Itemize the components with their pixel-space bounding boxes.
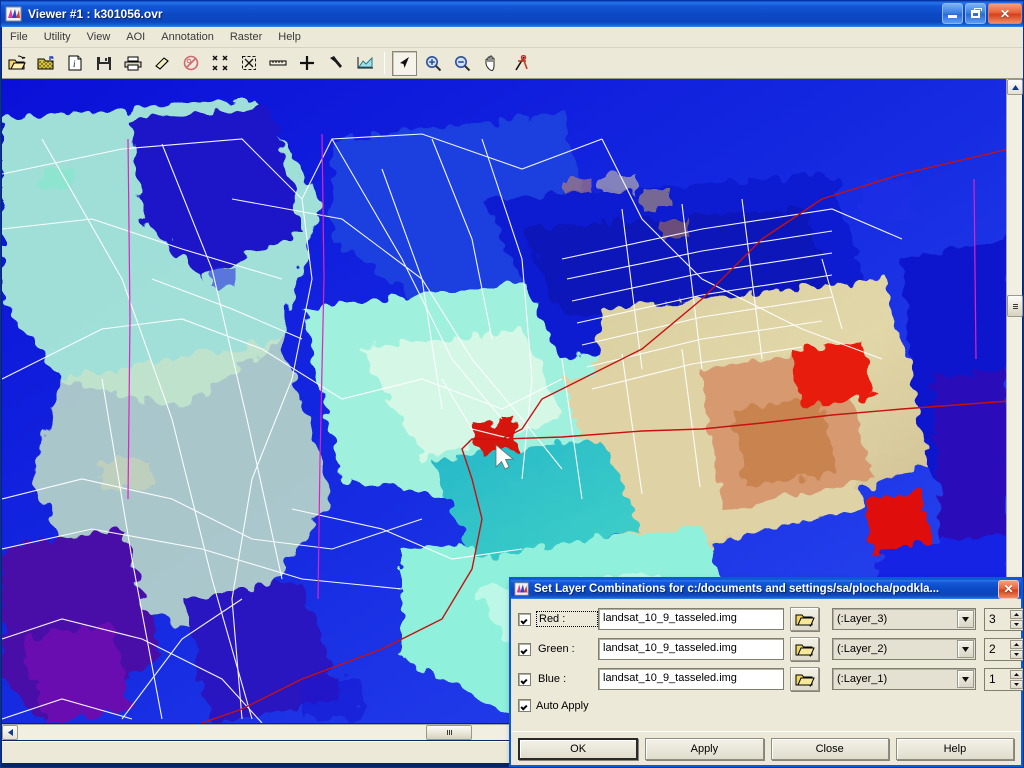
blue-channel-label: Blue : [538,673,567,685]
blue-stepper-up[interactable] [1010,669,1023,679]
red-stepper-up[interactable] [1010,609,1023,619]
select-tool-button[interactable] [392,50,417,76]
scroll-up-button[interactable] [1007,79,1023,95]
green-layer-select[interactable]: (:Layer_2) [832,638,976,660]
green-stepper-buttons[interactable] [1010,639,1023,659]
set-layer-combinations-dialog: Set Layer Combinations for c:/documents … [509,577,1023,767]
blue-layer-value: (:Layer_1) [837,673,888,685]
blue-browse-button[interactable] [790,667,819,691]
blue-stepper-buttons[interactable] [1010,669,1023,689]
menu-item-annotation[interactable]: Annotation [153,29,222,45]
inquire-button[interactable] [323,51,348,76]
green-filename-input[interactable]: landsat_10_9_tasseled.img [598,638,784,660]
apply-button[interactable]: Apply [645,737,764,760]
layer-row-red: Red : landsat_10_9_tasseled.img (:Layer_… [518,607,1023,631]
red-stepper-down[interactable] [1010,619,1023,629]
blue-stepper-down[interactable] [1010,679,1023,689]
menu-item-aoi[interactable]: AOI [118,29,153,45]
dialog-button-bar: OK Apply Close Help [511,731,1021,765]
window-controls: ✕ [942,3,1022,24]
zoom-to-fit-button[interactable] [207,51,232,76]
restore-button[interactable] [965,3,986,24]
red-layer-select[interactable]: (:Layer_3) [832,608,976,630]
zoom-out-button[interactable] [450,51,475,76]
zoom-in-button[interactable] [421,51,446,76]
dialog-close-button[interactable]: ✕ [998,579,1019,599]
eraser-button[interactable] [149,51,174,76]
menu-item-file[interactable]: File [2,29,36,45]
window-title: Viewer #1 : k301056.ovr [28,7,163,21]
menu-item-view[interactable]: View [79,29,119,45]
viewer-window: Viewer #1 : k301056.ovr ✕ File Utility V… [0,0,1024,768]
menu-item-utility[interactable]: Utility [36,29,79,45]
image-info-button[interactable]: i [62,51,87,76]
red-filename-input[interactable]: landsat_10_9_tasseled.img [598,608,784,630]
print-button[interactable] [120,51,145,76]
profile-button[interactable] [352,51,377,76]
green-layer-number-stepper[interactable]: 2 [984,637,1023,661]
crosshair-button[interactable] [294,51,319,76]
blue-filename-input[interactable]: landsat_10_9_tasseled.img [598,668,784,690]
pan-button[interactable] [479,51,504,76]
red-layer-number-stepper[interactable]: 3 [984,607,1023,631]
help-button[interactable]: Help [895,737,1014,760]
vertical-scroll-thumb[interactable] [1007,295,1023,317]
dialog-body: Red : landsat_10_9_tasseled.img (:Layer_… [511,601,1023,712]
green-stepper-down[interactable] [1010,649,1023,659]
close-button[interactable]: ✕ [988,3,1022,24]
new-file-button[interactable] [33,51,58,76]
fit-window-button[interactable] [236,51,261,76]
green-channel-checkbox[interactable] [518,642,531,656]
scroll-left-button[interactable] [2,725,18,740]
chevron-down-icon[interactable] [957,610,974,628]
blue-layer-number-stepper[interactable]: 1 [984,667,1023,691]
layer-row-blue: Blue : landsat_10_9_tasseled.img (:Layer… [518,667,1023,691]
chevron-down-icon[interactable] [957,640,974,658]
toolbar: i [2,48,1023,79]
blue-layer-number-value: 1 [989,672,996,686]
erdas-viewer-icon [514,581,530,597]
menubar: File Utility View AOI Annotation Raster … [2,27,1023,48]
layer-row-green: Green : landsat_10_9_tasseled.img (:Laye… [518,637,1023,661]
menu-item-help[interactable]: Help [270,29,309,45]
geo-link-button[interactable] [508,51,533,76]
minimize-button[interactable] [942,3,963,24]
green-layer-number-value: 2 [989,642,996,656]
red-layer-value: (:Layer_3) [837,613,888,625]
erdas-viewer-icon [5,5,23,23]
open-file-button[interactable] [4,51,29,76]
blue-layer-select[interactable]: (:Layer_1) [832,668,976,690]
dialog-titlebar: Set Layer Combinations for c:/documents … [509,577,1023,599]
red-channel-checkbox[interactable] [518,612,531,626]
dialog-title: Set Layer Combinations for c:/documents … [534,583,940,595]
menu-item-raster[interactable]: Raster [222,29,270,45]
red-channel-label: Red : [536,611,598,627]
green-channel-label: Green : [538,643,575,655]
green-browse-button[interactable] [790,637,819,661]
auto-apply-label: Auto Apply [536,699,589,712]
red-browse-button[interactable] [790,607,819,631]
red-stepper-buttons[interactable] [1010,609,1023,629]
measure-button[interactable] [265,51,290,76]
close-button[interactable]: Close [770,737,889,760]
window-titlebar: Viewer #1 : k301056.ovr ✕ [1,1,1023,27]
green-layer-value: (:Layer_2) [837,643,888,655]
horizontal-scroll-thumb[interactable] [426,725,472,740]
auto-apply-row: Auto Apply [518,699,1014,712]
green-stepper-up[interactable] [1010,639,1023,649]
save-button[interactable] [91,51,116,76]
toolbar-separator [384,52,385,74]
chevron-down-icon[interactable] [957,670,974,688]
red-layer-number-value: 3 [989,612,996,626]
clear-view-button[interactable] [178,51,203,76]
ok-button[interactable]: OK [518,737,639,760]
auto-apply-checkbox[interactable] [518,699,531,712]
blue-channel-checkbox[interactable] [518,672,531,686]
